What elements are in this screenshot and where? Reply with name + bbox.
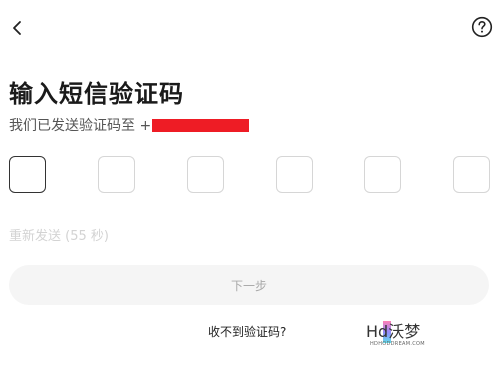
code-digit-1[interactable] <box>9 156 46 193</box>
code-digit-3[interactable] <box>187 156 224 193</box>
next-step-button[interactable]: 下一步 <box>9 265 489 305</box>
resend-countdown[interactable]: 重新发送 (55 秒) <box>9 225 109 244</box>
sent-to-label: 我们已发送验证码至 + <box>9 118 152 134</box>
watermark-main-text: Hd沃梦 <box>366 322 421 341</box>
watermark-logo: Hd沃梦 HDHODDREAM.COM <box>366 318 430 358</box>
code-digit-5[interactable] <box>364 156 401 193</box>
watermark-sub-text: HDHODDREAM.COM <box>370 341 425 347</box>
chevron-left-icon <box>13 21 21 35</box>
question-circle-icon <box>471 16 493 38</box>
code-digit-6[interactable] <box>453 156 490 193</box>
phone-number-redacted <box>152 118 250 132</box>
page-title: 输入短信验证码 <box>9 80 184 108</box>
code-digit-4[interactable] <box>276 156 313 193</box>
no-code-link[interactable]: 收不到验证码? <box>208 323 286 340</box>
top-bar <box>0 0 499 56</box>
help-button[interactable] <box>471 16 493 38</box>
sent-to-text: 我们已发送验证码至 + <box>9 115 250 135</box>
back-button[interactable] <box>6 14 28 42</box>
code-digit-2[interactable] <box>98 156 135 193</box>
next-step-label: 下一步 <box>230 278 267 293</box>
